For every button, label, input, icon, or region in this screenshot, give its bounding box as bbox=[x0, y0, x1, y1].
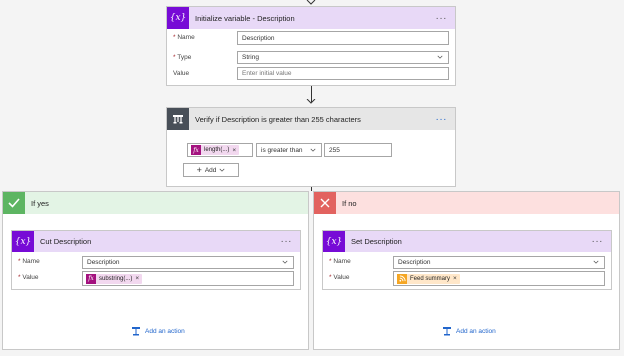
cut-description-header[interactable]: {x} Cut Description ··· bbox=[12, 231, 300, 252]
if-no-branch[interactable]: If no {x} Set Description ··· * Name Des… bbox=[313, 191, 620, 350]
type-label: * Type bbox=[173, 54, 192, 61]
branch-connector bbox=[311, 187, 312, 191]
variable-icon: {x} bbox=[12, 231, 34, 252]
more-options-icon[interactable]: ··· bbox=[436, 13, 448, 24]
value-label: * Value bbox=[18, 274, 39, 281]
add-action-icon bbox=[132, 327, 140, 336]
add-action-button[interactable]: Add an action bbox=[131, 326, 185, 336]
expression-token[interactable]: fx length(...) × bbox=[191, 145, 240, 155]
check-icon bbox=[3, 192, 25, 214]
function-icon: fx bbox=[86, 273, 96, 284]
more-options-icon[interactable]: ··· bbox=[281, 236, 293, 247]
more-options-icon[interactable]: ··· bbox=[592, 236, 604, 247]
chevron-down-icon bbox=[219, 168, 225, 172]
chevron-down-icon bbox=[310, 148, 316, 152]
branch-label: If yes bbox=[31, 198, 49, 208]
chevron-down-icon bbox=[282, 260, 288, 264]
operator-dropdown[interactable]: is greater than bbox=[256, 143, 322, 157]
condition-card[interactable]: Verify if Description is greater than 25… bbox=[166, 107, 456, 187]
name-value: Description bbox=[87, 259, 120, 266]
card-title: Initialize variable - Description bbox=[195, 13, 295, 23]
rss-icon bbox=[397, 273, 407, 284]
cut-description-card[interactable]: {x} Cut Description ··· * Name Descripti… bbox=[11, 230, 301, 290]
operator-value: is greater than bbox=[261, 146, 303, 154]
condition-header[interactable]: Verify if Description is greater than 25… bbox=[167, 108, 455, 130]
token-label: substring(...) bbox=[99, 275, 133, 282]
dynamic-content-token[interactable]: Feed summary × bbox=[397, 273, 460, 284]
set-description-card[interactable]: {x} Set Description ··· * Name Descripti… bbox=[322, 230, 612, 290]
if-yes-branch[interactable]: If yes {x} Cut Description ··· * Name De… bbox=[2, 191, 309, 350]
card-title: Cut Description bbox=[40, 237, 92, 246]
add-action-label: Add an action bbox=[456, 327, 496, 335]
add-action-button[interactable]: Add an action bbox=[442, 326, 496, 336]
value-field[interactable]: fx substring(...) × bbox=[82, 271, 294, 286]
type-value: String bbox=[242, 54, 259, 61]
token-label: Feed summary bbox=[410, 275, 451, 282]
card-title: Verify if Description is greater than 25… bbox=[195, 114, 361, 124]
value-field[interactable]: Enter initial value bbox=[237, 67, 449, 80]
remove-token-icon[interactable]: × bbox=[135, 275, 139, 282]
chevron-down-icon bbox=[593, 260, 599, 264]
value-label: * Value bbox=[329, 274, 350, 281]
expression-token[interactable]: fx substring(...) × bbox=[86, 273, 143, 284]
add-condition-button[interactable]: + Add bbox=[183, 163, 239, 177]
remove-token-icon[interactable]: × bbox=[453, 275, 457, 282]
name-label: * Name bbox=[329, 258, 351, 265]
add-action-icon bbox=[443, 327, 451, 336]
value-field[interactable]: Feed summary × bbox=[393, 271, 605, 286]
chevron-down-icon bbox=[437, 55, 443, 59]
more-options-icon[interactable]: ··· bbox=[436, 114, 448, 125]
if-no-header[interactable]: If no bbox=[314, 192, 619, 214]
close-icon bbox=[314, 192, 336, 214]
name-label: * Name bbox=[18, 258, 40, 265]
card-title: Set Description bbox=[351, 237, 402, 246]
function-icon: fx bbox=[191, 145, 201, 155]
initialize-variable-card[interactable]: {x} Initialize variable - Description ··… bbox=[166, 6, 456, 86]
connector-arrow-icon bbox=[306, 98, 316, 105]
add-label: Add bbox=[204, 166, 217, 174]
plus-icon: + bbox=[196, 165, 202, 175]
initialize-variable-header[interactable]: {x} Initialize variable - Description ··… bbox=[167, 7, 455, 29]
condition-icon bbox=[167, 108, 189, 130]
if-yes-header[interactable]: If yes bbox=[3, 192, 308, 214]
add-action-label: Add an action bbox=[145, 327, 185, 335]
name-dropdown[interactable]: Description bbox=[82, 256, 294, 269]
name-field[interactable]: Description bbox=[237, 31, 449, 45]
token-label: length(...) bbox=[204, 147, 230, 153]
type-dropdown[interactable]: String bbox=[237, 51, 449, 64]
value-label: Value bbox=[173, 70, 190, 77]
name-dropdown[interactable]: Description bbox=[393, 256, 605, 269]
remove-token-icon[interactable]: × bbox=[232, 147, 236, 154]
set-description-header[interactable]: {x} Set Description ··· bbox=[323, 231, 611, 252]
condition-right-operand[interactable]: 255 bbox=[324, 143, 392, 157]
variable-icon: {x} bbox=[167, 7, 189, 29]
name-value: Description bbox=[398, 259, 431, 266]
condition-left-operand[interactable]: fx length(...) × bbox=[187, 143, 253, 157]
name-label: * Name bbox=[173, 34, 195, 41]
branch-label: If no bbox=[342, 198, 357, 208]
variable-icon: {x} bbox=[323, 231, 345, 252]
